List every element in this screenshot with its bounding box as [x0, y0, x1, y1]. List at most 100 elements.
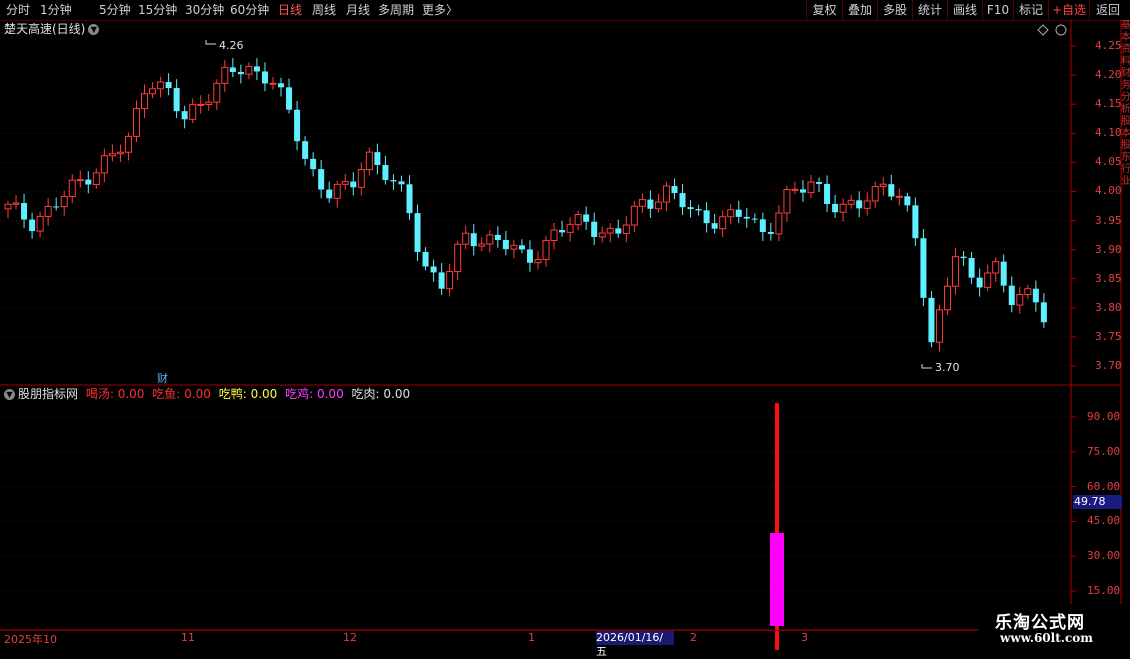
- candle-body: [92, 172, 100, 186]
- indicator-bar-magenta: [770, 533, 784, 626]
- candle-body: [960, 256, 967, 259]
- candle-body: [446, 271, 454, 290]
- indicator-grid: [0, 416, 1076, 592]
- candle-body: [574, 213, 582, 226]
- candle-body: [824, 183, 831, 204]
- candle-body: [132, 108, 140, 137]
- candle-body: [197, 103, 205, 106]
- candle-body: [108, 153, 116, 157]
- candle-body: [422, 251, 429, 267]
- candle-body: [630, 205, 638, 226]
- candle-body: [100, 155, 108, 174]
- candle-body: [4, 203, 12, 210]
- candle-body: [1032, 288, 1039, 303]
- candle-body: [229, 67, 236, 72]
- candle-body: [478, 243, 486, 247]
- candle-body: [302, 141, 309, 159]
- price-tick-label: 4.15: [1095, 97, 1122, 111]
- indicator-item-rou: 吃肉: 0.00: [351, 387, 411, 401]
- indicator-item-yu: 吃鱼: 0.00: [152, 387, 211, 401]
- candle-body: [526, 249, 533, 263]
- chart-frame: [0, 20, 1122, 631]
- candle-body: [559, 230, 566, 233]
- candle-body: [261, 71, 268, 84]
- candle-body: [165, 82, 172, 89]
- candle-body: [622, 224, 630, 235]
- candle-body: [286, 87, 293, 110]
- indicator-tick-label: 30.00: [1087, 549, 1121, 563]
- candle-body: [816, 182, 823, 184]
- price-tick-label: 3.80: [1095, 300, 1122, 314]
- date-label-jan: 1: [528, 631, 535, 644]
- watermark-url: www.60lt.com: [1000, 631, 1093, 645]
- candle-body: [832, 203, 839, 213]
- candle-body: [518, 245, 525, 250]
- indicator-title[interactable]: ▼ 股朋指标网 喝汤: 0.00 吃鱼: 0.00 吃鸭: 0.00 吃鸡: 0.…: [4, 387, 410, 401]
- candle-body: [333, 183, 341, 199]
- diamond-icon: [1037, 24, 1049, 36]
- price-tick-label: 4.25: [1095, 39, 1122, 52]
- cursor-value-box: 49.78: [1073, 495, 1122, 509]
- candle-body: [53, 206, 60, 208]
- candle-body: [12, 202, 20, 205]
- candle-body: [29, 219, 36, 232]
- candle-body: [1000, 261, 1007, 286]
- candle-body: [952, 256, 960, 287]
- indicator-name: 股朋指标网: [18, 387, 79, 401]
- candle-body: [221, 66, 229, 84]
- high-annotation: 4.26: [205, 39, 244, 52]
- date-axis: [0, 630, 1130, 651]
- kline-chart[interactable]: 4.26 3.70 财: [0, 0, 1130, 650]
- candle-body: [654, 201, 662, 210]
- candle-body: [904, 196, 911, 206]
- candle-body: [719, 216, 727, 230]
- price-tick-label: 4.10: [1095, 126, 1122, 140]
- low-annotation: 3.70: [921, 361, 960, 374]
- candle-body: [727, 209, 735, 218]
- candle-body: [438, 272, 445, 289]
- candle-body: [566, 224, 574, 233]
- candle-body: [149, 88, 157, 95]
- right-side-tabs[interactable]: 基本资料财务分析股本股东行业: [1121, 20, 1130, 630]
- candle-body: [807, 181, 815, 194]
- candle-body: [615, 228, 622, 234]
- candle-body: [294, 109, 301, 142]
- candle-body: [671, 185, 678, 194]
- candle-body: [36, 215, 44, 232]
- candle-body: [44, 205, 52, 217]
- candle-body: [318, 169, 325, 190]
- candle-body: [310, 158, 317, 170]
- candle-body: [157, 81, 165, 90]
- circle-icon: [1055, 24, 1067, 36]
- candle-body: [591, 221, 598, 237]
- candle-body: [976, 277, 983, 288]
- candle-body: [189, 104, 197, 120]
- candle-body: [173, 88, 180, 112]
- candle-body: [68, 179, 76, 198]
- candle-body: [326, 189, 333, 199]
- candle-body: [767, 231, 774, 234]
- candlesticks: [4, 58, 1047, 352]
- watermark-title: 乐淘公式网: [995, 613, 1085, 633]
- candle-body: [863, 200, 871, 209]
- price-tick-label: 3.95: [1095, 213, 1122, 227]
- indicator-tick-label: 15.00: [1087, 584, 1121, 597]
- candle-body: [60, 196, 68, 208]
- chevron-down-icon[interactable]: ▼: [4, 389, 15, 400]
- candle-body: [735, 209, 742, 217]
- indicator-item-tang: 喝汤: 0.00: [85, 387, 145, 401]
- candle-body: [534, 258, 542, 264]
- date-label-nov: 11: [181, 631, 195, 644]
- candle-body: [382, 164, 389, 181]
- candle-body: [181, 111, 188, 120]
- candle-body: [687, 207, 694, 210]
- date-label-feb: 2: [690, 631, 697, 644]
- candle-body: [341, 181, 349, 185]
- candle-body: [775, 212, 783, 235]
- candle-body: [799, 189, 806, 193]
- candle-body: [638, 199, 646, 207]
- candle-body: [695, 209, 702, 211]
- low-label: 3.70: [935, 361, 960, 374]
- candle-body: [1016, 294, 1024, 306]
- candle-body: [278, 83, 285, 88]
